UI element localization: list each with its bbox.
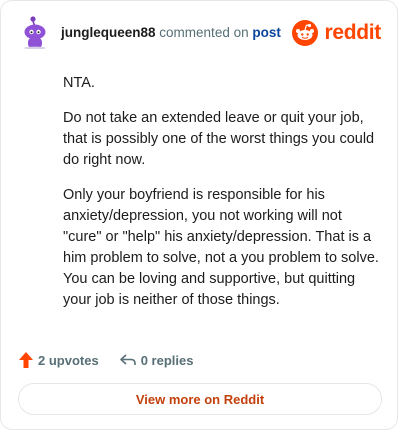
view-more-button[interactable]: View more on Reddit [18,383,382,415]
post-link[interactable]: post [252,25,281,40]
reddit-wordmark: reddit [324,21,381,44]
comment-byline: junglequeen88 commented on post [61,25,281,40]
comment-body: NTA. Do not take an extended leave or qu… [63,73,381,325]
reddit-logo[interactable]: reddit [292,19,381,47]
comment-embed-card: junglequeen88 commented on post reddit N… [0,0,398,430]
comment-header: junglequeen88 commented on post reddit [19,15,383,55]
comment-actions: 2 upvotes 0 replies [18,349,193,371]
comment-paragraph: NTA. [63,75,95,91]
upvote-arrow-icon [19,352,33,368]
action-text: commented on [159,25,249,40]
snoo-avatar-icon[interactable] [19,15,49,49]
username-link[interactable]: junglequeen88 [61,25,156,40]
comment-paragraph: Do not take an extended leave or quit yo… [63,110,375,168]
upvote-count: 2 upvotes [38,352,99,368]
upvote-button[interactable]: 2 upvotes [18,351,99,369]
reply-count: 0 replies [140,352,194,368]
comment-paragraph: Only your boyfriend is responsible for h… [63,187,379,308]
reply-button[interactable]: 0 replies [119,352,194,368]
reply-arrow-icon [119,354,136,365]
reddit-snoo-icon [292,20,319,46]
